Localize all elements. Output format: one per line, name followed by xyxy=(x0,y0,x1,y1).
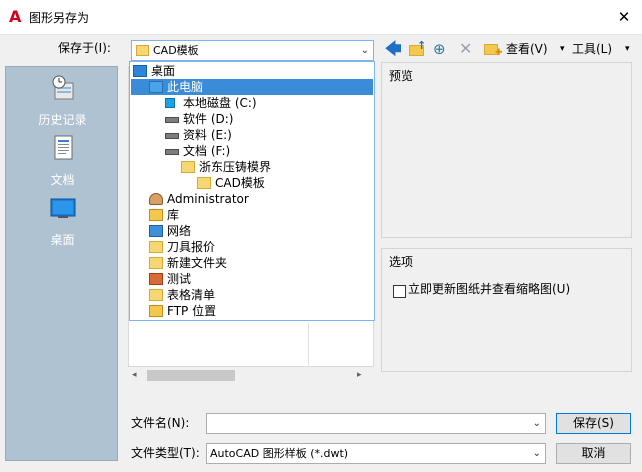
dropdown-item-folder[interactable]: 浙东压铸模界 xyxy=(131,159,373,175)
place-history[interactable]: 历史记录 xyxy=(6,75,119,135)
dropdown-item-label: 刀具报价 xyxy=(167,240,216,254)
view-menu-label: 查看(V) xyxy=(506,42,548,56)
windows-drive-icon xyxy=(165,98,175,108)
window-title: 图形另存为 xyxy=(29,11,90,25)
dropdown-item-drive-c[interactable]: 本地磁盘 (C:) xyxy=(131,95,373,111)
title-bar xyxy=(0,0,642,35)
dropdown-item-label: 本地磁盘 (C:) xyxy=(183,96,257,110)
user-icon xyxy=(149,193,163,205)
documents-icon xyxy=(54,135,73,160)
save-in-value: CAD模板 xyxy=(153,44,199,57)
update-thumbnail-checkbox[interactable] xyxy=(393,285,406,298)
places-bar: 历史记录 文档 桌面 xyxy=(5,66,118,461)
caret-down-icon: ▾ xyxy=(560,44,565,54)
divider xyxy=(308,323,309,367)
options-label: 选项 xyxy=(389,255,414,269)
dropdown-item-label: Administrator xyxy=(167,192,249,206)
dropdown-item-label: 新建文件夹 xyxy=(167,256,228,270)
dropdown-item-label: FTP 位置 xyxy=(167,304,217,318)
dropdown-item-drive-d[interactable]: 软件 (D:) xyxy=(131,111,373,127)
scroll-left-icon[interactable]: ◂ xyxy=(132,367,144,384)
dropdown-item-label: 测试 xyxy=(167,272,192,286)
desktop-icon xyxy=(50,198,76,218)
dropdown-item-label: 浙东压铸模界 xyxy=(199,160,272,174)
dropdown-item-cad-template[interactable]: CAD模板 xyxy=(131,175,373,191)
dropdown-item-new-folder[interactable]: 新建文件夹 xyxy=(131,255,373,271)
view-menu[interactable]: 查看(V) ▾ xyxy=(506,40,565,60)
save-in-combobox[interactable]: CAD模板 ⌄ xyxy=(131,40,374,61)
file-type-label: 文件类型(T): xyxy=(131,446,200,460)
preview-label: 预览 xyxy=(389,69,414,83)
save-button[interactable]: 保存(S) xyxy=(556,413,631,434)
up-folder-icon[interactable]: ↑ xyxy=(407,39,429,60)
tools-menu[interactable]: 工具(L) ▾ xyxy=(572,40,630,60)
place-desktop[interactable]: 桌面 xyxy=(6,195,119,253)
cancel-button[interactable]: 取消 xyxy=(556,443,631,464)
scroll-right-icon[interactable]: ▸ xyxy=(357,367,369,384)
ppt-icon xyxy=(149,273,163,285)
file-type-select[interactable]: AutoCAD 图形样板 (*.dwt) ⌄ xyxy=(206,443,546,464)
preview-group xyxy=(381,62,632,238)
save-in-dropdown[interactable]: 桌面 此电脑 本地磁盘 (C:) 软件 (D:) 资料 (E:) 文档 (F:)… xyxy=(129,61,375,321)
dropdown-item-library[interactable]: 库 xyxy=(131,207,373,223)
dropdown-item-drive-e[interactable]: 资料 (E:) xyxy=(131,127,373,143)
chevron-down-icon[interactable]: ⌄ xyxy=(361,42,369,60)
file-name-input[interactable]: ⌄ xyxy=(206,413,546,434)
update-thumbnail-label[interactable]: 立即更新图纸并查看缩略图(U) xyxy=(408,283,588,296)
dropdown-item-table-list[interactable]: 表格清单 xyxy=(131,287,373,303)
dropdown-item-label: 此电脑 xyxy=(167,80,204,94)
place-documents[interactable]: 文档 xyxy=(6,135,119,193)
folder-icon xyxy=(181,161,195,173)
dropdown-item-label: 桌面 xyxy=(151,64,176,78)
folder-icon xyxy=(149,241,163,253)
dropdown-item-drive-f[interactable]: 文档 (F:) xyxy=(131,143,373,159)
tools-menu-label: 工具(L) xyxy=(572,42,613,56)
drive-icon xyxy=(165,133,179,139)
chevron-down-icon[interactable]: ⌄ xyxy=(533,415,541,433)
file-type-value: AutoCAD 图形样板 (*.dwt) xyxy=(210,447,349,460)
desktop-icon xyxy=(133,65,147,77)
dropdown-item-test[interactable]: 测试 xyxy=(131,271,373,287)
dropdown-item-ftp[interactable]: FTP 位置 xyxy=(131,303,373,319)
network-icon xyxy=(149,225,163,237)
dropdown-item-network[interactable]: 网络 xyxy=(131,223,373,239)
library-icon xyxy=(149,209,163,221)
file-name-label: 文件名(N): xyxy=(131,416,190,430)
dropdown-item-label: 表格清单 xyxy=(167,288,216,302)
drive-icon xyxy=(165,117,179,123)
new-folder-icon[interactable]: ✚ xyxy=(483,40,503,60)
place-label: 历史记录 xyxy=(38,113,87,127)
place-label: 文档 xyxy=(50,173,75,187)
save-in-label: 保存于(I): xyxy=(58,41,111,55)
caret-down-icon: ▾ xyxy=(625,44,630,54)
dropdown-item-label: 库 xyxy=(167,208,180,222)
close-button[interactable]: ✕ xyxy=(612,6,636,28)
dropdown-item-administrator[interactable]: Administrator xyxy=(131,191,373,207)
folder-icon xyxy=(149,289,163,301)
place-label: 桌面 xyxy=(50,233,75,247)
scrollbar-thumb[interactable] xyxy=(147,370,235,381)
dropdown-item-label: CAD模板 xyxy=(215,176,265,190)
dropdown-item-desktop[interactable]: 桌面 xyxy=(131,63,373,79)
search-web-icon[interactable]: ⊕ xyxy=(433,40,451,60)
options-group xyxy=(381,248,632,372)
dropdown-item-label: 文档 (F:) xyxy=(183,144,231,158)
drive-icon xyxy=(165,149,179,155)
dropdown-item-this-pc[interactable]: 此电脑 xyxy=(131,79,373,95)
ftp-icon xyxy=(149,305,163,317)
delete-icon[interactable]: ✕ xyxy=(459,40,477,60)
folder-icon xyxy=(197,177,211,189)
dropdown-item-label: 软件 (D:) xyxy=(183,112,234,126)
history-icon xyxy=(52,75,74,100)
folder-icon xyxy=(149,257,163,269)
autocad-logo-icon: A xyxy=(9,7,22,26)
dropdown-item-tool-quote[interactable]: 刀具报价 xyxy=(131,239,373,255)
back-arrow-icon[interactable]: 🡄 xyxy=(385,40,403,60)
chevron-down-icon[interactable]: ⌄ xyxy=(533,445,541,463)
pc-icon xyxy=(149,81,163,93)
folder-icon xyxy=(136,45,149,56)
dropdown-item-label: 网络 xyxy=(167,224,192,238)
dropdown-item-label: 资料 (E:) xyxy=(183,128,232,142)
